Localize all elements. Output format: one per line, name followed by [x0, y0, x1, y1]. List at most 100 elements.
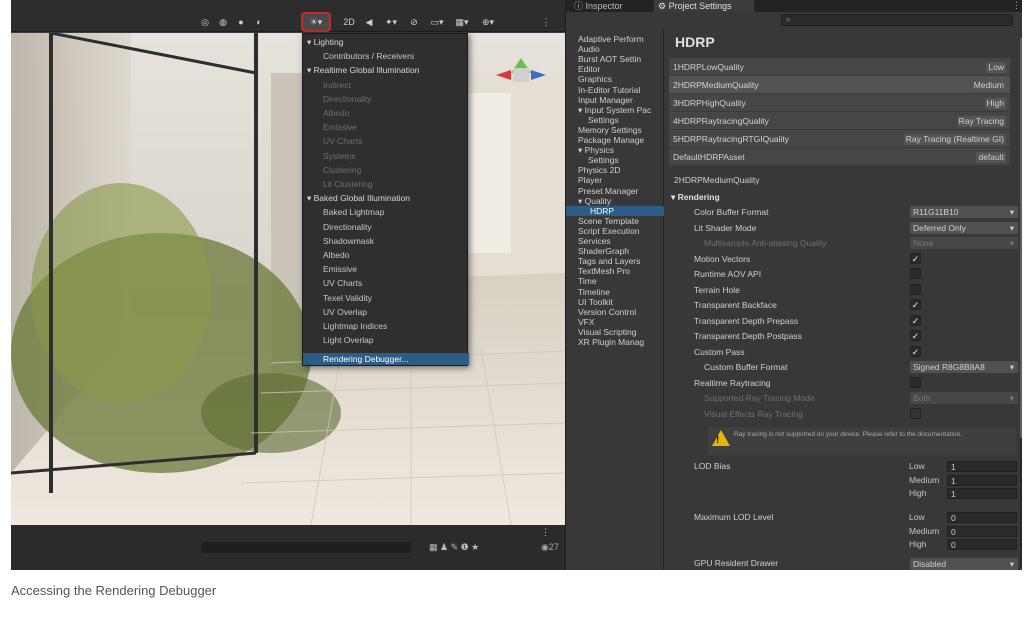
settings-nav-item[interactable]: UI Toolkit	[578, 297, 664, 307]
settings-nav-item[interactable]: ShaderGraph	[578, 246, 664, 256]
menu-item[interactable]: Light Overlap	[303, 334, 469, 346]
menu-item[interactable]: Systems	[303, 150, 469, 162]
lod-field[interactable]: Low 0	[909, 512, 1017, 523]
settings-nav-item[interactable]: Settings	[588, 115, 674, 125]
menu-item[interactable]: UV Charts	[303, 135, 469, 147]
menu-item[interactable]: Lit Clustering	[303, 178, 469, 190]
menu-item[interactable]: Texel Validity	[303, 292, 469, 304]
settings-nav-item[interactable]: Scene Template	[578, 216, 664, 226]
lod-level-value[interactable]: 1	[947, 461, 1017, 472]
settings-nav-item[interactable]: Settings	[588, 155, 674, 165]
settings-search-input[interactable]: ⌕	[781, 14, 1013, 26]
setting-checkbox[interactable]: ✓	[910, 314, 921, 326]
settings-nav-item[interactable]: ▾ Quality	[578, 196, 664, 206]
menu-item[interactable]: Albedo	[303, 107, 469, 119]
gpu-drawer-dropdown[interactable]: Disabled ▾	[910, 558, 1018, 570]
settings-nav-item[interactable]: HDRP	[566, 205, 664, 216]
setting-checkbox[interactable]	[910, 376, 921, 388]
settings-nav-item[interactable]: Memory Settings	[578, 125, 664, 135]
menu-item[interactable]: Albedo	[303, 249, 469, 261]
menu-item[interactable]: Shadowmask	[303, 235, 469, 247]
settings-nav-item[interactable]: Editor	[578, 64, 664, 74]
settings-nav-item[interactable]: Graphics	[578, 74, 664, 84]
settings-nav-item[interactable]: Audio	[578, 44, 664, 54]
menu-item[interactable]: Directionality	[303, 93, 469, 105]
gizmo-globe-icon[interactable]: ◎	[198, 14, 212, 30]
tab-project-settings[interactable]: ⚙ Project Settings	[654, 0, 754, 12]
globe-icon[interactable]: ⊕▾	[477, 14, 499, 30]
setting-checkbox[interactable]: ✓	[910, 345, 921, 357]
lod-field[interactable]: Medium 1	[909, 474, 1017, 486]
rendering-section-header[interactable]: ▾ Rendering	[671, 191, 720, 203]
settings-nav-item[interactable]: ▾ Input System Pac	[578, 105, 664, 115]
setting-dropdown[interactable]: R11G11B10 ▾	[910, 206, 1018, 218]
menu-item[interactable]: Indirect	[303, 79, 469, 91]
menu-item[interactable]: Baked Lightmap	[303, 206, 469, 218]
settings-nav-item[interactable]: Services	[578, 236, 664, 246]
hierarchy-search-input[interactable]	[201, 542, 411, 553]
settings-nav-item[interactable]: Preset Manager	[578, 186, 664, 196]
settings-nav-item[interactable]: Version Control	[578, 307, 664, 317]
lod-level-value[interactable]: 1	[947, 474, 1017, 486]
settings-nav-item[interactable]: Tags and Layers	[578, 256, 664, 266]
lod-field[interactable]: Low 1	[909, 461, 1017, 472]
settings-nav-item[interactable]: Package Manage	[578, 135, 664, 145]
settings-nav-item[interactable]: ▾ Physics	[578, 145, 664, 155]
settings-nav-item[interactable]: Time	[578, 276, 664, 286]
lod-level-value[interactable]: 1	[947, 488, 1017, 499]
settings-nav-item[interactable]: XR Plugin Manag	[578, 337, 664, 347]
lod-level-value[interactable]: 0	[947, 525, 1017, 537]
quality-asset-row[interactable]: 5HDRPRaytracingRTGIQuality Ray Tracing (R…	[669, 130, 1010, 148]
tab-inspector[interactable]: ⓘ Inspector	[570, 0, 650, 12]
setting-checkbox[interactable]: ✓	[910, 330, 921, 341]
menu-item[interactable]: Rendering Debugger...	[303, 353, 469, 366]
hidden-objects-icon[interactable]: ⊘	[406, 14, 422, 30]
setting-checkbox[interactable]: ✓	[910, 252, 921, 264]
menu-item[interactable]: Contributors / Receivers	[303, 50, 469, 62]
settings-nav-item[interactable]: Timeline	[578, 287, 664, 297]
setting-dropdown[interactable]: Signed R8G8B8A8 ▾	[910, 361, 1018, 373]
settings-nav-item[interactable]: In-Editor Tutorial	[578, 85, 664, 95]
scene-viewport[interactable]	[11, 33, 565, 525]
settings-nav-item[interactable]: VFX	[578, 317, 664, 327]
menu-item[interactable]: UV Charts	[303, 277, 469, 289]
effects-icon[interactable]: ✦▾	[380, 14, 402, 30]
menu-item[interactable]: Clustering	[303, 164, 469, 176]
quality-asset-row[interactable]: 1HDRPLowQuality Low	[669, 58, 1010, 76]
lod-field[interactable]: Medium 0	[909, 525, 1017, 537]
menu-item[interactable]: ▾ Realtime Global Illumination	[303, 64, 469, 76]
lod-level-value[interactable]: 0	[947, 512, 1017, 523]
menu-item[interactable]: Emissive	[303, 121, 469, 133]
settings-nav-item[interactable]: TextMesh Pro	[578, 266, 664, 276]
settings-nav-item[interactable]: Script Execution	[578, 226, 664, 236]
menu-item[interactable]: Directionality	[303, 221, 469, 233]
filter-icons[interactable]: ▦ ♟ ✎ ❶ ★	[429, 542, 479, 553]
settings-nav-item[interactable]: Physics 2D	[578, 165, 664, 175]
tab-menu-icon[interactable]: ⋮	[1012, 0, 1021, 11]
lod-field[interactable]: High 0	[909, 539, 1017, 550]
camera-icon[interactable]: ▭▾	[426, 14, 448, 30]
menu-item[interactable]: ▾ Lighting	[303, 36, 469, 48]
quality-asset-row[interactable]: 4HDRPRaytracingQuality Ray Tracing	[669, 112, 1010, 130]
settings-nav-item[interactable]: Burst AOT Settin	[578, 54, 664, 64]
settings-nav-item[interactable]: Input Manager	[578, 95, 664, 105]
lod-field[interactable]: High 1	[909, 488, 1017, 499]
menu-item[interactable]: Emissive	[303, 263, 469, 275]
quality-asset-row[interactable]: DefaultHDRPAsset default	[669, 148, 1010, 166]
menu-item[interactable]: UV Overlap	[303, 306, 469, 318]
settings-nav-item[interactable]: Adaptive Perform	[578, 34, 664, 44]
solid-sphere-icon[interactable]: ●	[234, 14, 248, 30]
setting-checkbox[interactable]: ✓	[910, 299, 921, 310]
toggle-2d-button[interactable]: 2D	[340, 14, 358, 30]
settings-nav-item[interactable]: Visual Scripting	[578, 327, 664, 337]
gizmos-icon[interactable]: ▦▾	[451, 14, 473, 30]
setting-checkbox[interactable]	[910, 283, 921, 295]
more-icon[interactable]: ⋮	[541, 14, 551, 30]
audio-icon[interactable]: ◀	[362, 14, 376, 30]
settings-scrollbar[interactable]	[1020, 38, 1022, 568]
setting-dropdown[interactable]: Deferred Only ▾	[910, 221, 1018, 234]
settings-nav-item[interactable]: Player	[578, 175, 664, 185]
lock-icon[interactable]: ⋮	[541, 527, 550, 538]
lit-sphere-icon[interactable]: ◐	[252, 14, 266, 30]
quality-asset-row[interactable]: 3HDRPHighQuality High	[669, 94, 1010, 112]
